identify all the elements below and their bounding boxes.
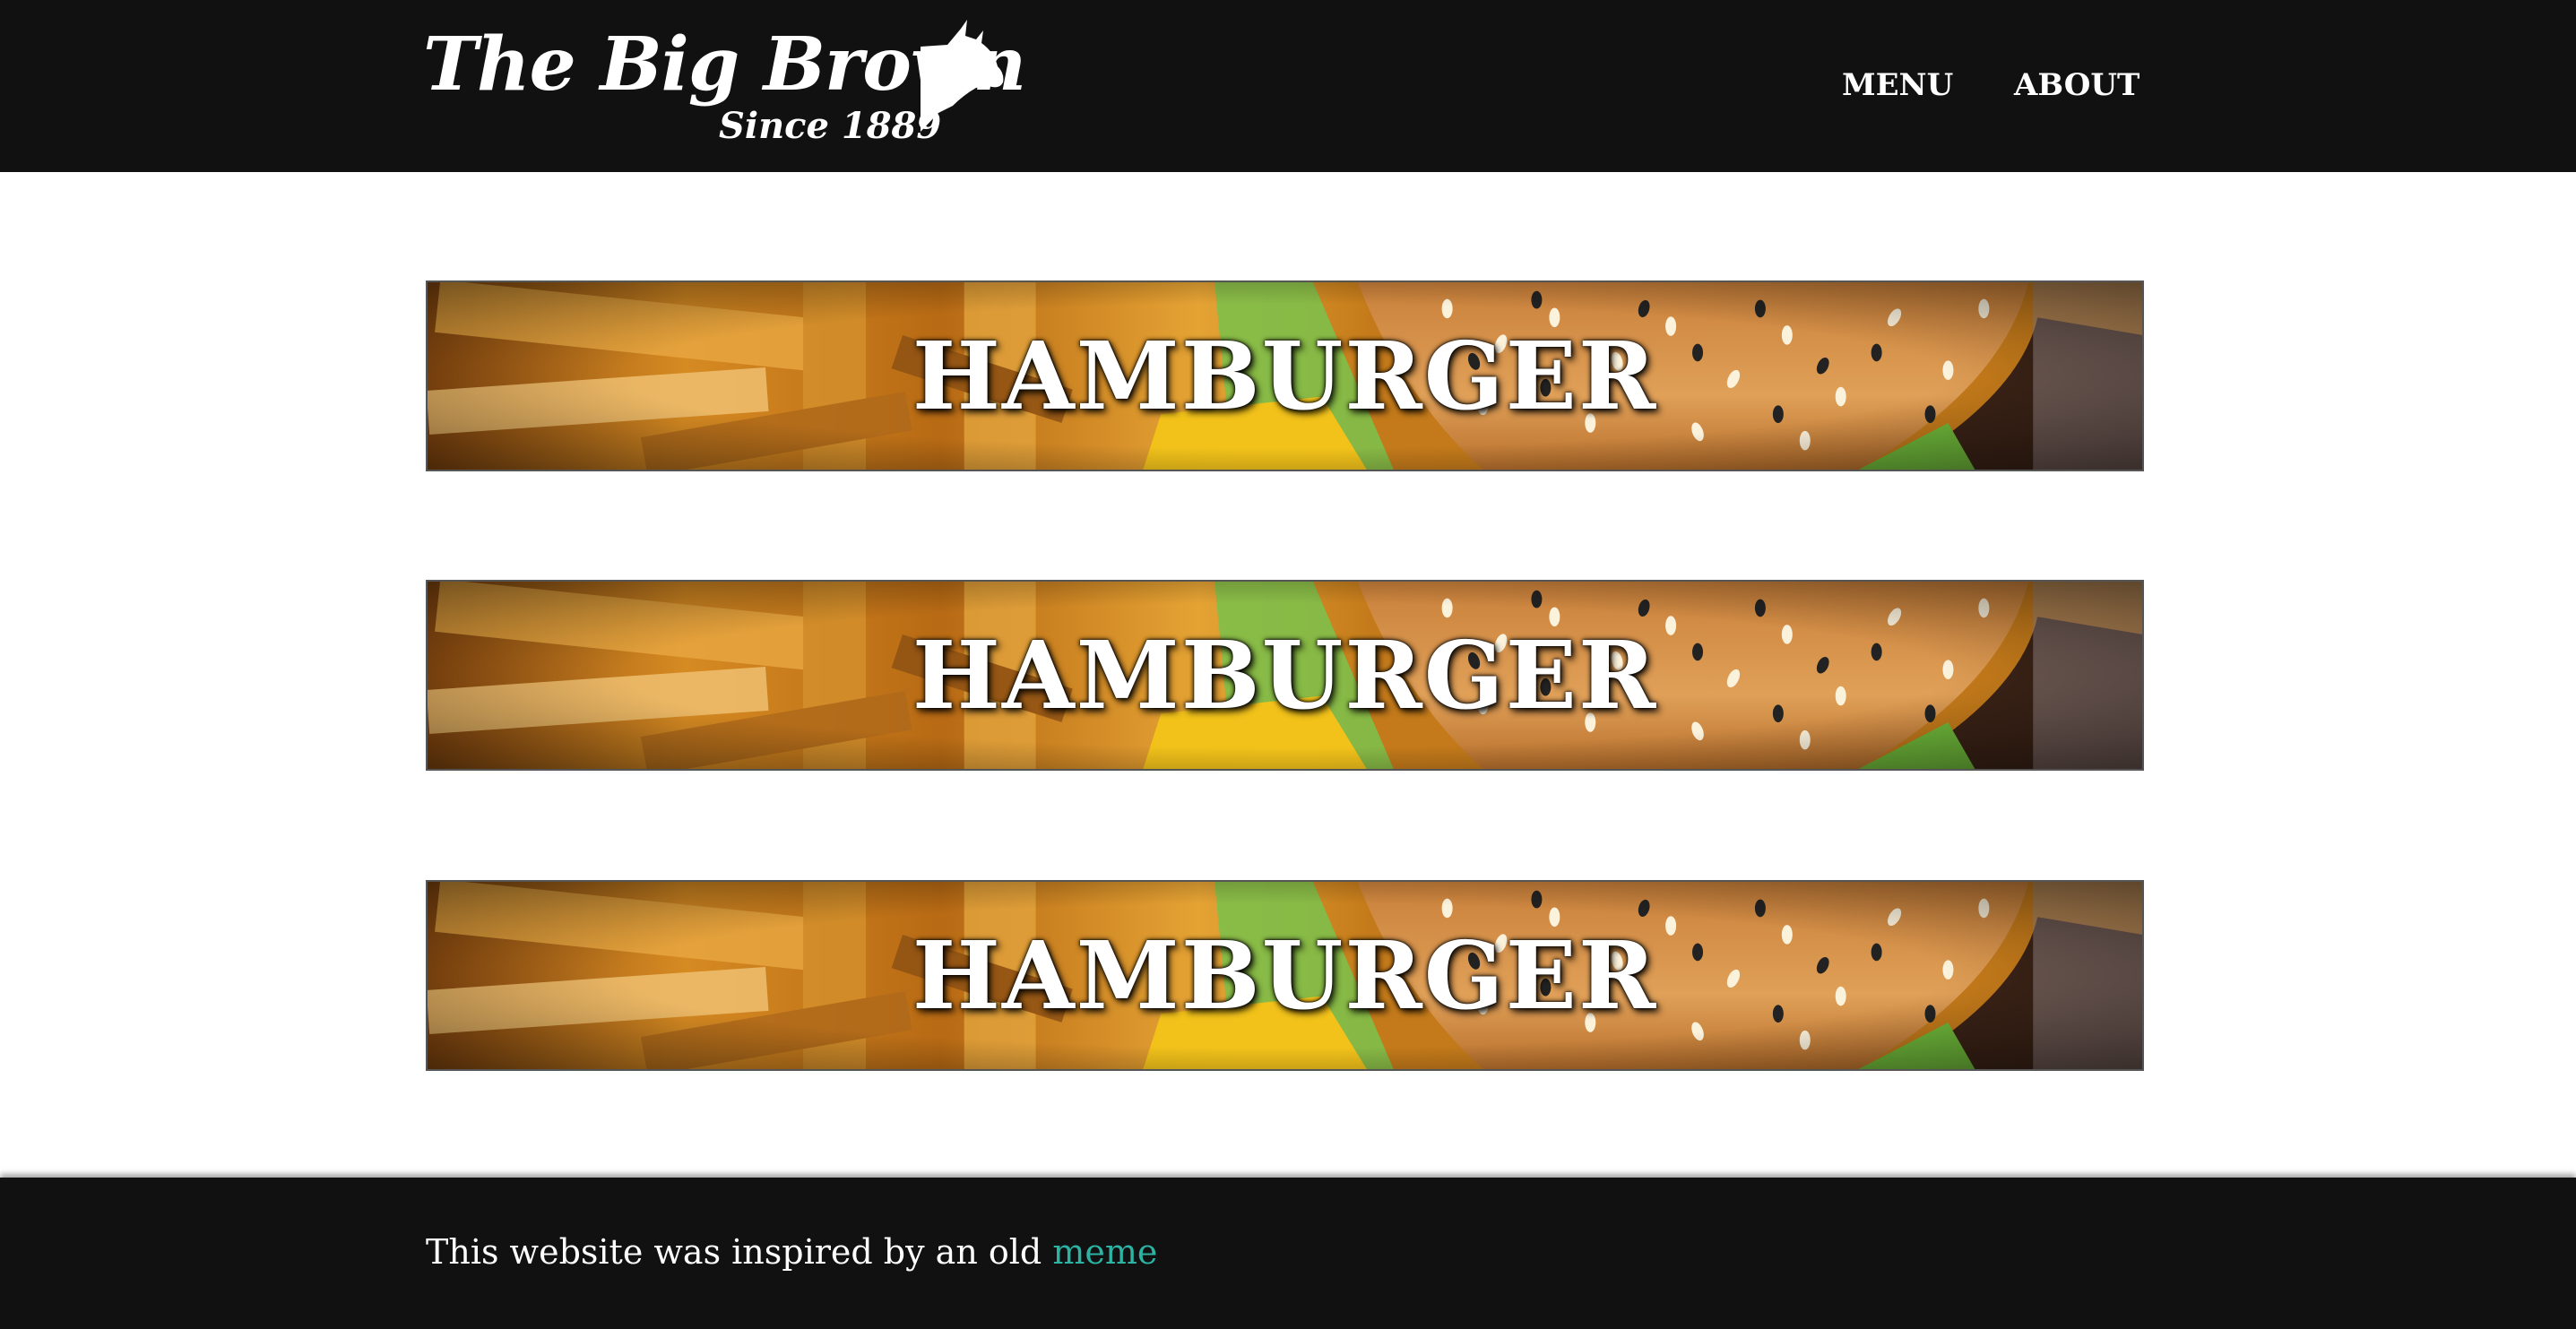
site-header: The Big Brown Since 1889 MENU ABOUT — [0, 0, 2576, 172]
nav-menu-link[interactable]: MENU — [1842, 63, 1953, 108]
logo-subtitle: Since 1889 — [719, 105, 942, 147]
meme-link[interactable]: meme — [1052, 1232, 1157, 1272]
nav-about-link[interactable]: ABOUT — [2014, 63, 2139, 108]
banner-title: HAMBURGER — [912, 620, 1658, 730]
hamburger-banner[interactable]: HAMBURGER — [426, 580, 2144, 771]
footer-caption: This website was inspired by an old — [426, 1232, 1053, 1272]
hamburger-banner[interactable]: HAMBURGER — [426, 880, 2144, 1071]
hamburger-banner[interactable]: HAMBURGER — [426, 280, 2144, 471]
footer-text: This website was inspired by an old meme — [426, 1230, 1157, 1274]
site-logo[interactable]: The Big Brown Since 1889 — [423, 20, 1026, 154]
banner-title: HAMBURGER — [912, 321, 1658, 431]
site-footer: This website was inspired by an old meme — [0, 1178, 2576, 1329]
cow-head-icon — [921, 20, 1004, 132]
banner-title: HAMBURGER — [912, 920, 1658, 1031]
